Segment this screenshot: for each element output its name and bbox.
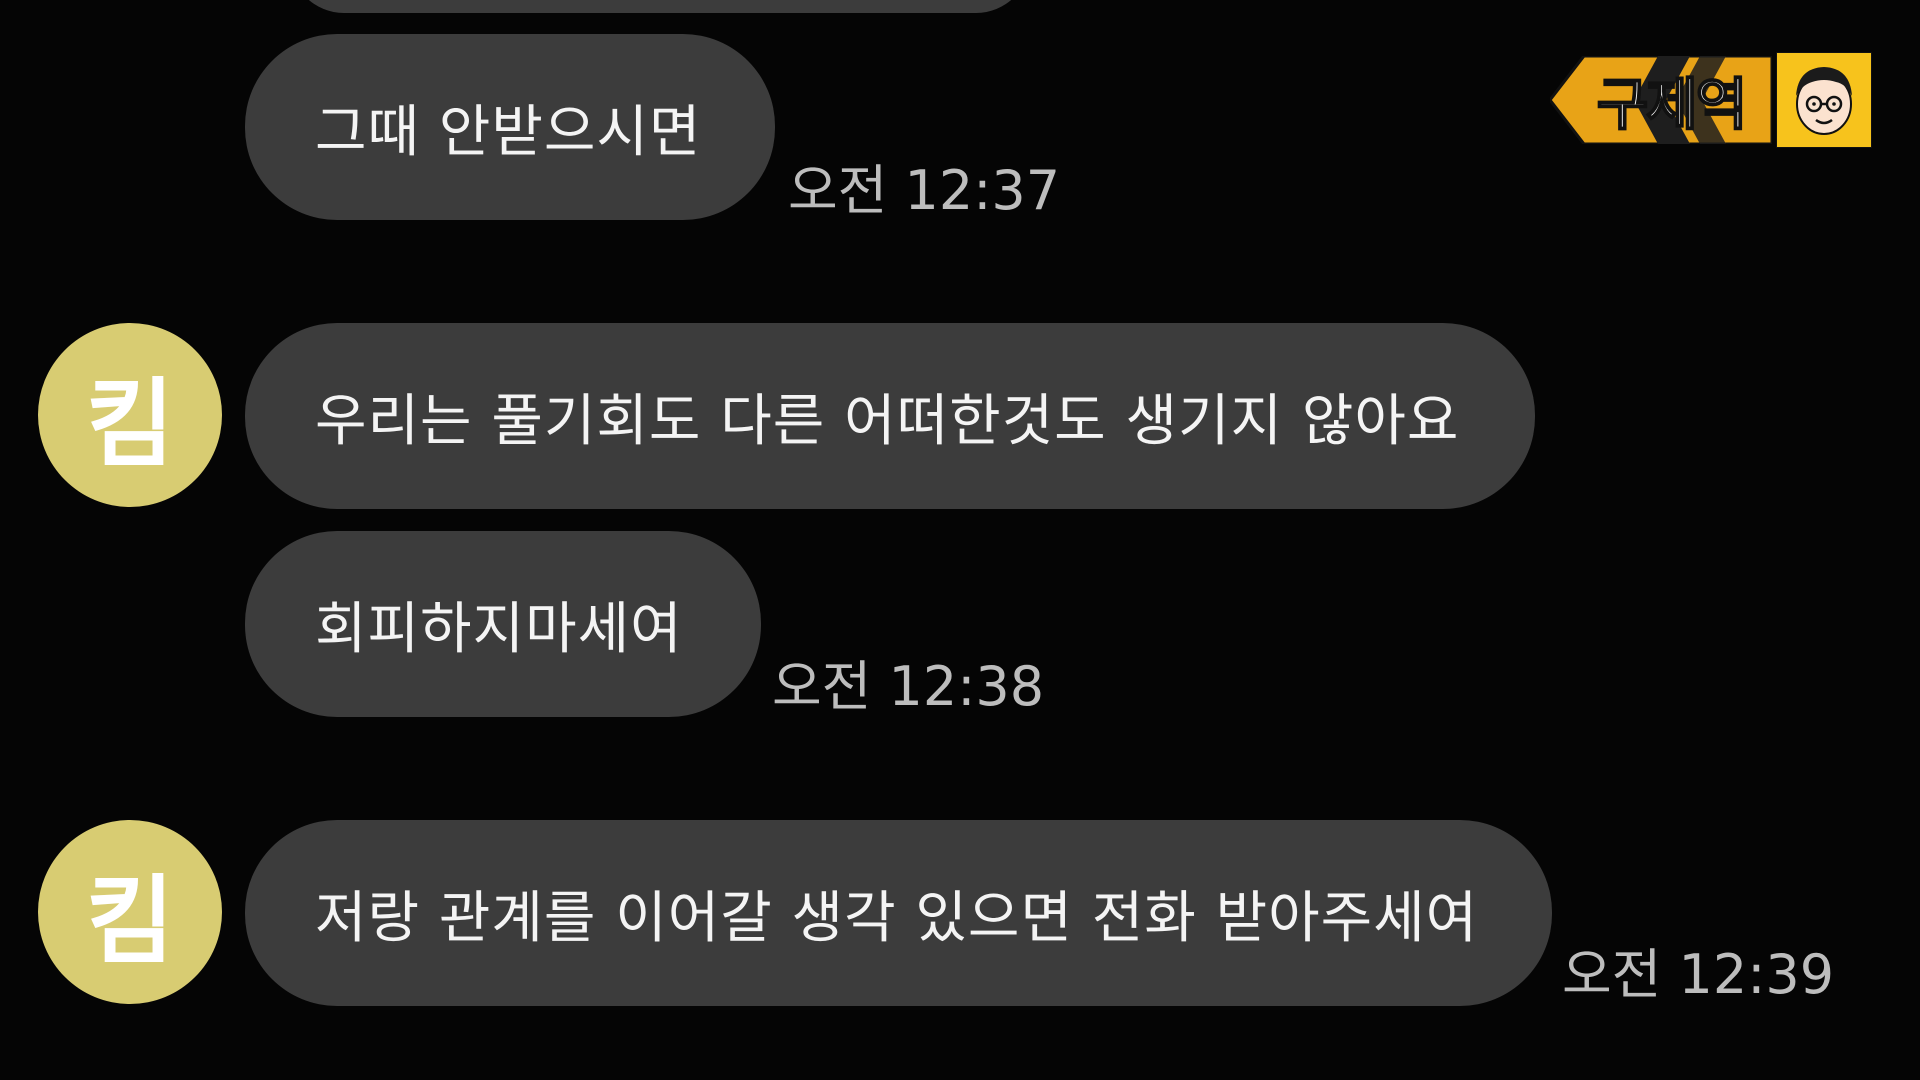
avatar-initial: 킴 (85, 367, 175, 480)
message-bubble[interactable]: 우리는 풀기회도 다른 어떠한것도 생기지 않아요 (245, 323, 1535, 509)
avatar-initial: 킴 (85, 864, 175, 977)
cartoon-face-icon (1775, 51, 1873, 149)
sender-avatar[interactable]: 킴 (38, 323, 222, 507)
message-bubble[interactable]: 저랑 관계를 이어갈 생각 있으면 전화 받아주세여 (245, 820, 1552, 1006)
message-timestamp: 오전 12:37 (788, 159, 1061, 222)
sender-avatar[interactable]: 킴 (38, 820, 222, 1004)
message-bubble-previous[interactable] (290, 0, 1030, 13)
message-bubble[interactable]: 그때 안받으시면 (245, 34, 775, 220)
chat-screen: 그때 안받으시면 오전 12:37 킴 우리는 풀기회도 다른 어떠한것도 생기… (0, 0, 1920, 1080)
message-text: 회피하지마세여 (315, 596, 683, 662)
message-bubble[interactable]: 회피하지마세여 (245, 531, 761, 717)
channel-logo: 구제역 (1550, 51, 1873, 149)
message-text: 그때 안받으시면 (315, 99, 702, 165)
message-text: 우리는 풀기회도 다른 어떠한것도 생기지 않아요 (315, 388, 1460, 454)
message-text: 저랑 관계를 이어갈 생각 있으면 전화 받아주세여 (315, 885, 1479, 951)
message-timestamp: 오전 12:39 (1562, 943, 1835, 1006)
channel-logo-text: 구제역 (1596, 72, 1749, 139)
message-timestamp: 오전 12:38 (772, 655, 1045, 718)
